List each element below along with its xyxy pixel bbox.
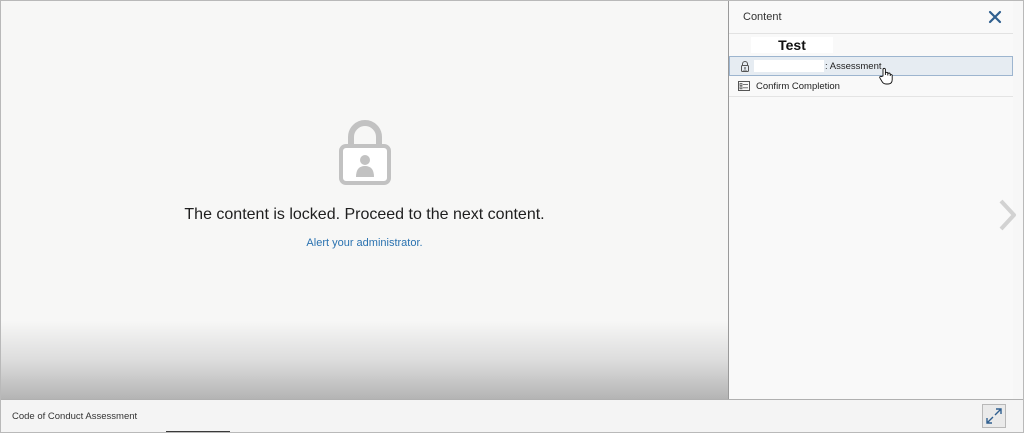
side-panel-header: Content xyxy=(729,1,1013,34)
content-area: The content is locked. Proceed to the ne… xyxy=(1,1,728,399)
lock-icon xyxy=(741,61,749,72)
player-footer: Code of Conduct Assessment xyxy=(1,399,1023,432)
side-panel-title: Content xyxy=(743,11,782,23)
alert-administrator-link[interactable]: Alert your administrator. xyxy=(1,237,728,249)
redacted-title xyxy=(754,60,824,72)
close-icon[interactable] xyxy=(987,9,1003,25)
hand-cursor-icon xyxy=(879,67,893,85)
player-window: The content is locked. Proceed to the ne… xyxy=(0,0,1024,433)
chevron-right-icon[interactable] xyxy=(997,199,1017,231)
content-side-panel: Content Test : Assessment Confirm Comple… xyxy=(728,1,1013,399)
test-label: Test xyxy=(751,37,833,53)
course-title: Code of Conduct Assessment xyxy=(12,411,138,422)
expand-icon xyxy=(986,408,1002,424)
locked-message: The content is locked. Proceed to the ne… xyxy=(184,206,545,223)
content-item-label: Confirm Completion xyxy=(756,81,840,92)
lock-icon xyxy=(339,120,391,185)
content-item-assessment[interactable]: : Assessment xyxy=(729,56,1013,76)
content-item-confirm-completion[interactable]: Confirm Completion xyxy=(729,77,1013,97)
checklist-icon xyxy=(738,81,750,91)
fullscreen-button[interactable] xyxy=(982,404,1006,428)
content-item-label: : Assessment xyxy=(825,61,882,72)
